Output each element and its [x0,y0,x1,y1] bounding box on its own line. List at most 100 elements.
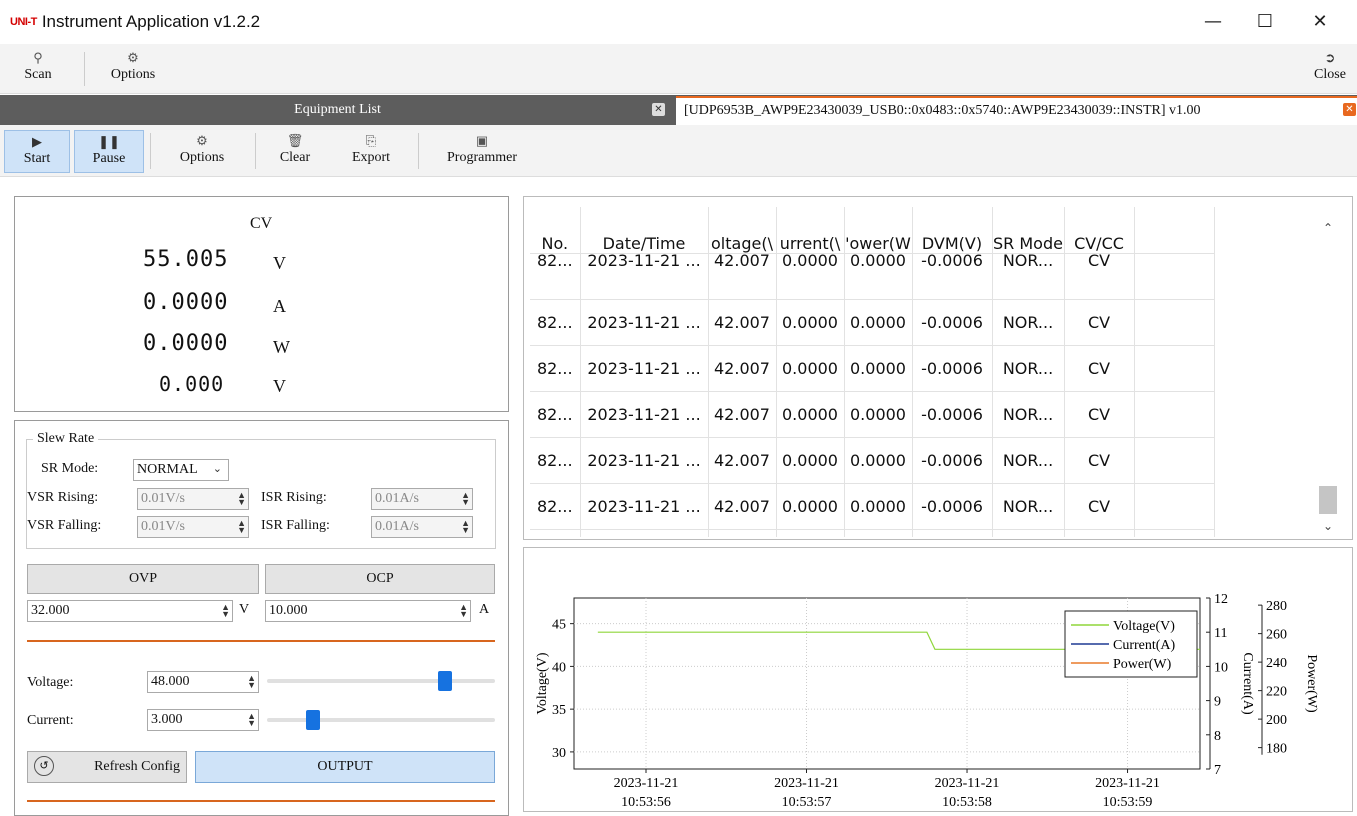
gear-icon: ⚙ [127,50,139,65]
table-cell: 0.0000 [844,391,913,438]
slew-rate-legend: Slew Rate [33,431,99,447]
table-cell: CV [1064,529,1135,537]
current-setpoint-label: Current: [27,713,74,728]
minimize-button[interactable]: — [1198,8,1228,36]
vsr-falling-spinbox[interactable]: 0.01V/s ▲ ▼ [137,516,249,538]
options-label: Options [110,67,156,82]
spin-arrows-icon: ▲ ▼ [247,711,256,728]
start-button[interactable]: ▶ Start [4,130,70,173]
vsr-rising-spinbox[interactable]: 0.01V/s ▲ ▼ [137,488,249,510]
table-cell: 82... [530,391,581,438]
table-row[interactable]: 82...2023-11-21 ...42.0070.00000.0000-0.… [530,345,1215,392]
table-row[interactable]: 82...2023-11-21 ...42.0070.00000.0000-0.… [530,299,1215,346]
spin-arrows-icon: ▲ ▼ [237,490,246,507]
tab-device[interactable]: [UDP6953B_AWP9E23430039_USB0::0x0483::0x… [676,96,1357,125]
y2-axis-label: Current(A) [1240,652,1255,715]
chevron-down-icon[interactable]: ⌄ [1323,519,1333,533]
chart-panel: 30 35 40 45 2023-11-21 10:53:56 2023-11-21 10:5… [523,547,1353,812]
column-header[interactable]: oltage(\ [708,207,777,254]
current-slider-handle[interactable] [305,710,320,730]
isr-rising-value: 0.01A/s [375,491,419,506]
table-cell: NOR... [992,299,1065,346]
maximize-button[interactable]: ☐ [1250,8,1280,36]
vsr-rising-label: VSR Rising: [27,490,99,505]
voltage-setpoint-spinbox[interactable]: 48.000 ▲ ▼ [147,671,259,693]
table-row[interactable]: 82...2023-11-21 ...42.0070.00000.0000-0.… [530,529,1215,537]
table-row[interactable]: 82...2023-11-21 ...42.0070.00000.0000-0.… [530,253,1215,300]
close-window-button[interactable]: ✕ [1305,8,1335,36]
sr-mode-select[interactable]: NORMAL ⌄ [133,459,229,481]
table-cell: 0.0000 [776,391,845,438]
table-cell: 42.007 [708,299,777,346]
spin-arrows-icon: ▲ ▼ [461,518,470,535]
table-cell: CV [1064,483,1135,530]
column-header[interactable]: Date/Time [580,207,709,254]
table-cell-spacer [1134,529,1215,537]
ocp-spinbox[interactable]: 10.000 ▲ ▼ [265,600,471,622]
x-tick-date-label: 2023-11-21 [774,776,839,791]
close-button[interactable]: ➲ Close [1305,49,1355,83]
column-header[interactable]: DVM(V) [912,207,993,254]
clear-button[interactable]: 🗑 Clear [270,132,320,166]
ovp-button[interactable]: OVP [27,564,259,594]
column-header[interactable]: CV/CC [1064,207,1135,254]
vertical-scrollbar[interactable]: ⌃ ⌄ [1318,213,1338,537]
y2-tick-label: 10 [1214,660,1228,675]
x-tick-date-label: 2023-11-21 [935,776,1000,791]
exit-icon: ➲ [1324,50,1336,65]
current-setpoint-value: 3.000 [151,712,183,727]
programmer-button[interactable]: ▣ Programmer [436,132,528,166]
current-unit: A [273,296,286,316]
isr-falling-spinbox[interactable]: 0.01A/s ▲ ▼ [371,516,473,538]
refresh-icon: ↺ [34,756,54,776]
voltage-slider[interactable] [267,671,495,691]
legend-label: Current(A) [1113,638,1176,653]
isr-falling-value: 0.01A/s [375,519,419,534]
export-button[interactable]: ⎘ Export [342,132,400,166]
export-label: Export [351,150,391,165]
table-row[interactable]: 82...2023-11-21 ...42.0070.00000.0000-0.… [530,391,1215,438]
mode-indicator: CV [250,215,273,232]
table-cell: 42.007 [708,345,777,392]
y3-axis-label: Power(W) [1304,654,1319,713]
tab-equipment-list[interactable]: Equipment List [0,95,675,125]
scrollbar-thumb[interactable] [1319,486,1337,514]
table-row[interactable]: 82...2023-11-21 ...42.0070.00000.0000-0.… [530,483,1215,530]
table-cell: CV [1064,391,1135,438]
column-header[interactable]: SR Mode [992,207,1065,254]
x-tick-time-label: 10:53:56 [621,795,671,810]
ovp-spinbox[interactable]: 32.000 ▲ ▼ [27,600,233,622]
table-row[interactable]: 82...2023-11-21 ...42.0070.00000.0000-0.… [530,437,1215,484]
table-cell: -0.0006 [912,345,993,392]
pause-button[interactable]: ❚❚ Pause [74,130,144,173]
y2-tick-label: 12 [1214,592,1228,607]
output-button[interactable]: OUTPUT [195,751,495,783]
x-tick-time-label: 10:53:57 [782,795,832,810]
y-tick-label: 45 [552,618,566,633]
column-header[interactable]: urrent(\ [776,207,845,254]
table-cell: 2023-11-21 ... [580,345,709,392]
table-cell: CV [1064,345,1135,392]
device-options-button[interactable]: ⚙ Options [167,132,237,166]
column-header[interactable]: 'ower(W [844,207,913,254]
legend-label: Voltage(V) [1113,619,1175,634]
table-cell: 82... [530,345,581,392]
current-setpoint-spinbox[interactable]: 3.000 ▲ ▼ [147,709,259,731]
table-cell: -0.0006 [912,253,993,300]
close-device-tab-icon[interactable]: ✕ [1343,103,1356,116]
table-cell: 2023-11-21 ... [580,483,709,530]
voltage-slider-handle[interactable] [437,671,452,691]
table-cell: NOR... [992,437,1065,484]
refresh-config-button[interactable]: ↺ Refresh Config [27,751,187,783]
chevron-up-icon[interactable]: ⌃ [1323,221,1333,235]
current-slider[interactable] [267,710,495,730]
column-header[interactable]: No. [530,207,581,254]
options-button[interactable]: ⚙ Options [100,49,166,83]
scan-button[interactable]: ⚲ Scan [18,49,58,83]
table-cell: 0.0000 [776,299,845,346]
spin-arrows-icon: ▲ ▼ [237,518,246,535]
isr-rising-spinbox[interactable]: 0.01A/s ▲ ▼ [371,488,473,510]
ocp-button[interactable]: OCP [265,564,495,594]
table-cell: 82... [530,253,581,300]
close-tab-icon[interactable]: ✕ [652,103,665,116]
